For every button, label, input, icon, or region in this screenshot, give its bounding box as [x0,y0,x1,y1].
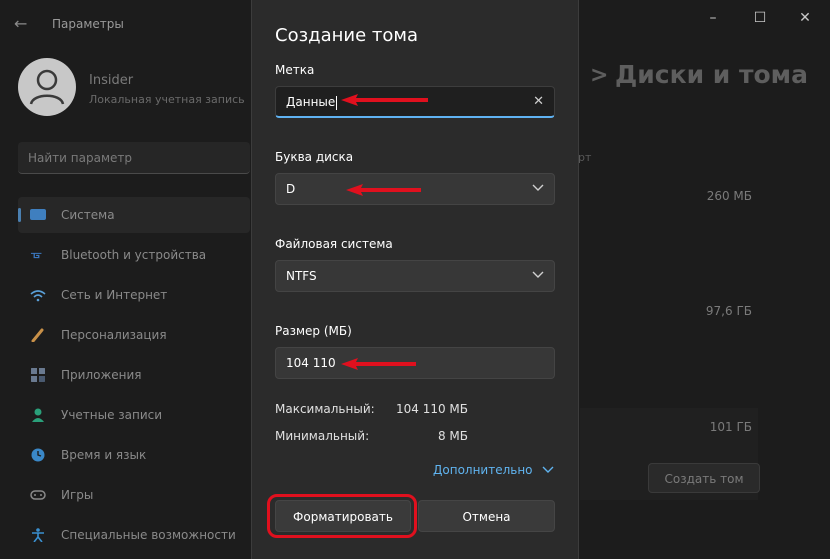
bluetooth-icon: ᚗ [31,246,42,261]
dialog-title: Создание тома [275,25,418,46]
partition-size: 97,6 ГБ [705,304,752,318]
drive-letter-value: D [286,182,296,196]
create-volume-button[interactable]: Создать том [648,463,760,493]
annotation-highlight-box [267,494,417,538]
maximize-icon[interactable]: ☐ [745,8,775,28]
min-size-label: Минимальный: [275,429,370,443]
volume-label-value: Данные [286,95,338,110]
size-label: Размер (МБ) [275,324,352,338]
minimize-icon[interactable]: – [698,8,728,28]
chevron-down-icon [542,466,554,473]
sidebar-item-network[interactable]: Сеть и Интернет [18,277,250,313]
sidebar-item-time-language[interactable]: Время и язык [18,437,250,473]
partition-size: 101 ГБ [709,420,752,434]
annotation-arrow-icon [341,94,428,106]
sidebar-item-label: Система [61,208,115,222]
page-title: Диски и тома [615,60,808,89]
sidebar-item-label: Bluetooth и устройства [61,248,207,262]
app-title: Параметры [52,17,124,31]
label-field-label: Метка [275,63,315,77]
chevron-down-icon [532,271,544,278]
sidebar-item-system[interactable]: Система [18,197,250,233]
chevron-down-icon [532,184,544,191]
min-size-value: 8 МБ [437,429,468,443]
clear-icon[interactable]: ✕ [533,94,544,109]
sidebar-item-bluetooth[interactable]: ᚗ Bluetooth и устройства [18,237,250,273]
close-icon[interactable]: ✕ [790,8,820,28]
display-icon [30,209,46,220]
partial-label: рт [578,151,592,164]
sidebar-item-accounts[interactable]: Учетные записи [18,397,250,433]
sidebar-item-label: Игры [61,488,94,502]
sidebar-item-label: Время и язык [61,448,147,462]
active-indicator [18,208,21,222]
accessibility-icon [32,528,44,542]
volume-label-text: Данные [286,95,336,109]
annotation-arrow-icon [346,184,421,196]
user-name: Insider [89,73,134,88]
annotation-arrow-icon [341,358,416,370]
brush-icon [31,328,44,342]
person-icon [32,408,44,422]
create-volume-dialog: Создание тома Метка Данные ✕ Буква диска… [251,0,579,559]
sidebar-item-label: Приложения [61,368,142,382]
search-input[interactable]: Найти параметр [18,142,250,174]
max-size-label: Максимальный: [275,402,375,416]
size-value: 104 110 [286,356,336,370]
person-silhouette-icon [29,69,65,105]
max-size-value: 104 110 МБ [395,402,468,416]
gamepad-icon [30,490,46,500]
text-caret [336,95,338,110]
file-system-value: NTFS [286,269,317,283]
wifi-icon [30,290,46,302]
drive-letter-label: Буква диска [275,150,354,164]
sidebar-item-gaming[interactable]: Игры [18,477,250,513]
breadcrumb-chevron: > [590,63,609,88]
globe-clock-icon [31,448,45,462]
advanced-link[interactable]: Дополнительно [433,463,533,477]
file-system-label: Файловая система [275,237,393,251]
file-system-select[interactable]: NTFS [275,260,555,292]
account-type: Локальная учетная запись [89,93,245,106]
sidebar-item-label: Специальные возможности [61,528,236,542]
apps-icon [31,368,45,382]
cancel-button[interactable]: Отмена [418,500,555,532]
partition-size: 260 МБ [706,189,752,203]
sidebar-item-label: Учетные записи [61,408,163,422]
sidebar-item-label: Сеть и Интернет [61,288,168,302]
search-placeholder: Найти параметр [28,151,132,165]
back-arrow-icon[interactable]: ← [14,14,27,33]
sidebar-item-apps[interactable]: Приложения [18,357,250,393]
sidebar-item-label: Персонализация [61,328,167,342]
sidebar-item-accessibility[interactable]: Специальные возможности [18,517,250,553]
create-volume-label: Создать том [664,472,744,486]
sidebar-item-personalization[interactable]: Персонализация [18,317,250,353]
avatar[interactable] [18,58,76,116]
cancel-button-label: Отмена [462,510,511,524]
